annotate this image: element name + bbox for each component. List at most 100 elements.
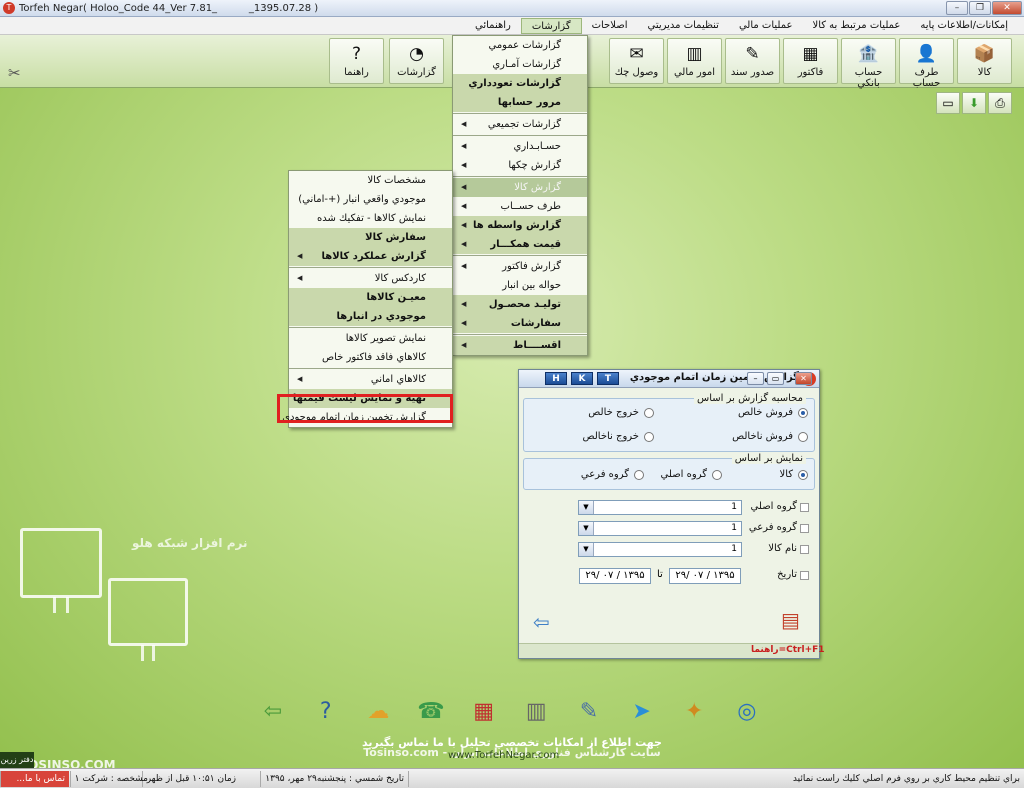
calculator-icon[interactable]: ▥	[518, 694, 554, 730]
menu-item[interactable]: گزارشات تعودداري	[453, 74, 587, 93]
menu-item[interactable]: حواله بين انبار	[453, 276, 587, 295]
submenu-arrow-icon: ◀	[297, 252, 303, 260]
toolbar-button-label: حساب بانكي	[854, 67, 883, 89]
menu-item-4[interactable]: اصلاحات	[582, 18, 638, 34]
dialog-minimize-button[interactable]: –	[747, 372, 764, 385]
date-from-input[interactable]: ۱۳۹۵ / ۰۷ /۲۹	[669, 568, 741, 584]
sub-group-checkbox[interactable]	[800, 524, 809, 533]
sub-group-row: گروه فرعي ▼ 1	[519, 521, 819, 537]
help-icon[interactable]: ?	[308, 694, 344, 730]
menu-item[interactable]: مرور حسابها	[453, 93, 587, 112]
hkt-button-h[interactable]: H	[545, 372, 567, 385]
menu-item[interactable]: كالاهاي اماني ◀	[289, 370, 452, 389]
toolbar-button-7[interactable]: ◔ گزارشات	[389, 38, 444, 84]
toolbar-button-0[interactable]: 📦 كالا	[957, 38, 1012, 84]
goods-report-submenu: مشخصات كالا موجودي واقعي انبار (+-اماني) ن…	[282, 170, 453, 428]
window-controls: – ❐ ✕	[946, 1, 1022, 15]
radio-gross-out[interactable]: خروج ناخالص	[582, 431, 654, 442]
menu-item[interactable]: مشخصات كالا	[289, 171, 452, 190]
radio-goods[interactable]: كالا	[779, 469, 808, 480]
phone-icon[interactable]: ☎	[413, 694, 449, 730]
website-icon[interactable]: ◎	[729, 694, 765, 730]
weather-icon[interactable]: ☁	[360, 694, 396, 730]
website-link[interactable]: www.TorfehNegar.com	[448, 750, 559, 761]
radio-main-group[interactable]: گروه اصلي	[661, 469, 722, 480]
menu-item[interactable]: گزارشات آمـاري	[453, 55, 587, 74]
toolbar-button-4[interactable]: ✎ صدور سند	[725, 38, 780, 84]
menu-item[interactable]: كالاهاي فاقد فاكتور خاص	[289, 348, 452, 367]
toolbar-button-1[interactable]: 👤 طرف حساب	[899, 38, 954, 89]
date-checkbox[interactable]	[800, 571, 809, 580]
date-to-input[interactable]: ۱۳۹۵ / ۰۷ /۲۹	[579, 568, 651, 584]
hkt-button-k[interactable]: K	[571, 372, 593, 385]
chevron-down-icon: ▼	[579, 522, 594, 535]
menu-separator	[289, 368, 452, 369]
goods-name-combo[interactable]: ▼ 1	[578, 542, 742, 557]
close-button[interactable]: ✕	[992, 1, 1022, 15]
radio-gross-sales[interactable]: فروش ناخالص	[732, 431, 808, 442]
dialog-title-bar: T گزارش تخمين زمان اتمام موجودي HKT – ▭ …	[519, 370, 819, 388]
dialog-restore-button[interactable]: ▭	[767, 372, 784, 385]
menu-separator	[453, 176, 587, 177]
menu-item-2[interactable]: عمليات مالي	[729, 18, 803, 34]
toolbar-button-6[interactable]: ✉ وصول چك	[609, 38, 664, 84]
print-report-icon[interactable]: ▤	[781, 608, 800, 632]
menu-item[interactable]: توليـد محصـول ◀	[453, 295, 587, 314]
menu-item[interactable]: گزارش عملكرد كالاها ◀	[289, 247, 452, 266]
reports-menu: گزارشات عمومي گزارشات آمـاري گزارشات تعودد…	[452, 35, 588, 356]
menu-item[interactable]: معيـن كالاها	[289, 288, 452, 307]
menu-item[interactable]: گزارش چكها ◀	[453, 156, 587, 175]
toolbar-button-5[interactable]: ▥ امور مالي	[667, 38, 722, 84]
menu-item-0[interactable]: إمكانات/اطلاعات پايه	[910, 18, 1018, 34]
telegram-icon[interactable]: ➤	[624, 694, 660, 730]
menu-item-1[interactable]: عمليات مرتبط به كالا	[802, 18, 910, 34]
toolbar-button-3[interactable]: ▦ فاكتور	[783, 38, 838, 84]
status-hint: براي تنظيم محيط كاري بر روي فرم اصلي كلي…	[408, 771, 1024, 787]
menu-item[interactable]: سفارشات ◀	[453, 314, 587, 333]
radio-sub-group[interactable]: گروه فرعي	[581, 469, 644, 480]
highlight-box	[277, 394, 453, 423]
dialog-close-button[interactable]: ✕	[795, 372, 812, 385]
restore-button[interactable]: ❐	[969, 1, 991, 15]
toolbar-button-8[interactable]: ? راهنما	[329, 38, 384, 84]
notepad-icon[interactable]: ✎	[571, 694, 607, 730]
radio-net-sales[interactable]: فروش خالص	[738, 407, 808, 418]
menu-item[interactable]: گزارش كالا ◀	[453, 178, 587, 197]
menu-item[interactable]: موجودي واقعي انبار (+-اماني)	[289, 190, 452, 209]
logo-icon[interactable]: ✦	[676, 694, 712, 730]
menu-item[interactable]: موجودي در انبارها	[289, 307, 452, 326]
toolbar-button-2[interactable]: 🏦 حساب بانكي	[841, 38, 896, 89]
hkt-button-t[interactable]: T	[597, 372, 619, 385]
menu-item[interactable]: گزارشات تجميعي ◀	[453, 115, 587, 134]
contact-button[interactable]: تماس با ما...	[0, 771, 69, 787]
menu-item[interactable]: اقســــاط ◀	[453, 336, 587, 355]
date-row: تاريخ ۱۳۹۵ / ۰۷ /۲۹ تا ۱۳۹۵ / ۰۷ /۲۹	[519, 568, 819, 584]
menu-item-5[interactable]: گزارشات	[520, 17, 582, 34]
download-icon[interactable]: ⬇	[962, 92, 986, 114]
menu-item[interactable]: گزارش واسطه ها ◀	[453, 216, 587, 235]
main-group-checkbox[interactable]	[800, 503, 809, 512]
exit-icon[interactable]: ⇦	[255, 694, 291, 730]
menu-item-6[interactable]: راهنمائي	[465, 18, 521, 34]
menu-item[interactable]: سفارش كالا	[289, 228, 452, 247]
menu-item[interactable]: گزارش فاكتور ◀	[453, 257, 587, 276]
main-group-combo[interactable]: ▼ 1	[578, 500, 742, 515]
menu-item[interactable]: نمايش تصوير كالاها	[289, 329, 452, 348]
menu-item[interactable]: حسـابـداري ◀	[453, 137, 587, 156]
menu-item[interactable]: كاردكس كالا ◀	[289, 269, 452, 288]
menu-item[interactable]: نمايش كالاها - تفكيك شده	[289, 209, 452, 228]
menu-item[interactable]: قيمت همكـــار ◀	[453, 235, 587, 254]
menu-item-3[interactable]: تنظيمات مديريتي	[637, 18, 728, 34]
calendar-icon[interactable]: ▦	[466, 694, 502, 730]
radio-net-out[interactable]: خروج خالص	[588, 407, 654, 418]
tools-icon[interactable]: ✂	[8, 64, 21, 82]
menu-item[interactable]: گزارشات عمومي	[453, 36, 587, 55]
menu-item[interactable]: طرف حســاب ◀	[453, 197, 587, 216]
screen-icon[interactable]: ▭	[936, 92, 960, 114]
exit-icon[interactable]: ⇦	[533, 610, 550, 634]
printer-icon[interactable]: ⎙	[988, 92, 1012, 114]
stock-estimate-dialog: T گزارش تخمين زمان اتمام موجودي HKT – ▭ …	[518, 369, 825, 659]
minimize-button[interactable]: –	[946, 1, 968, 15]
sub-group-combo[interactable]: ▼ 1	[578, 521, 742, 536]
goods-name-checkbox[interactable]	[800, 545, 809, 554]
